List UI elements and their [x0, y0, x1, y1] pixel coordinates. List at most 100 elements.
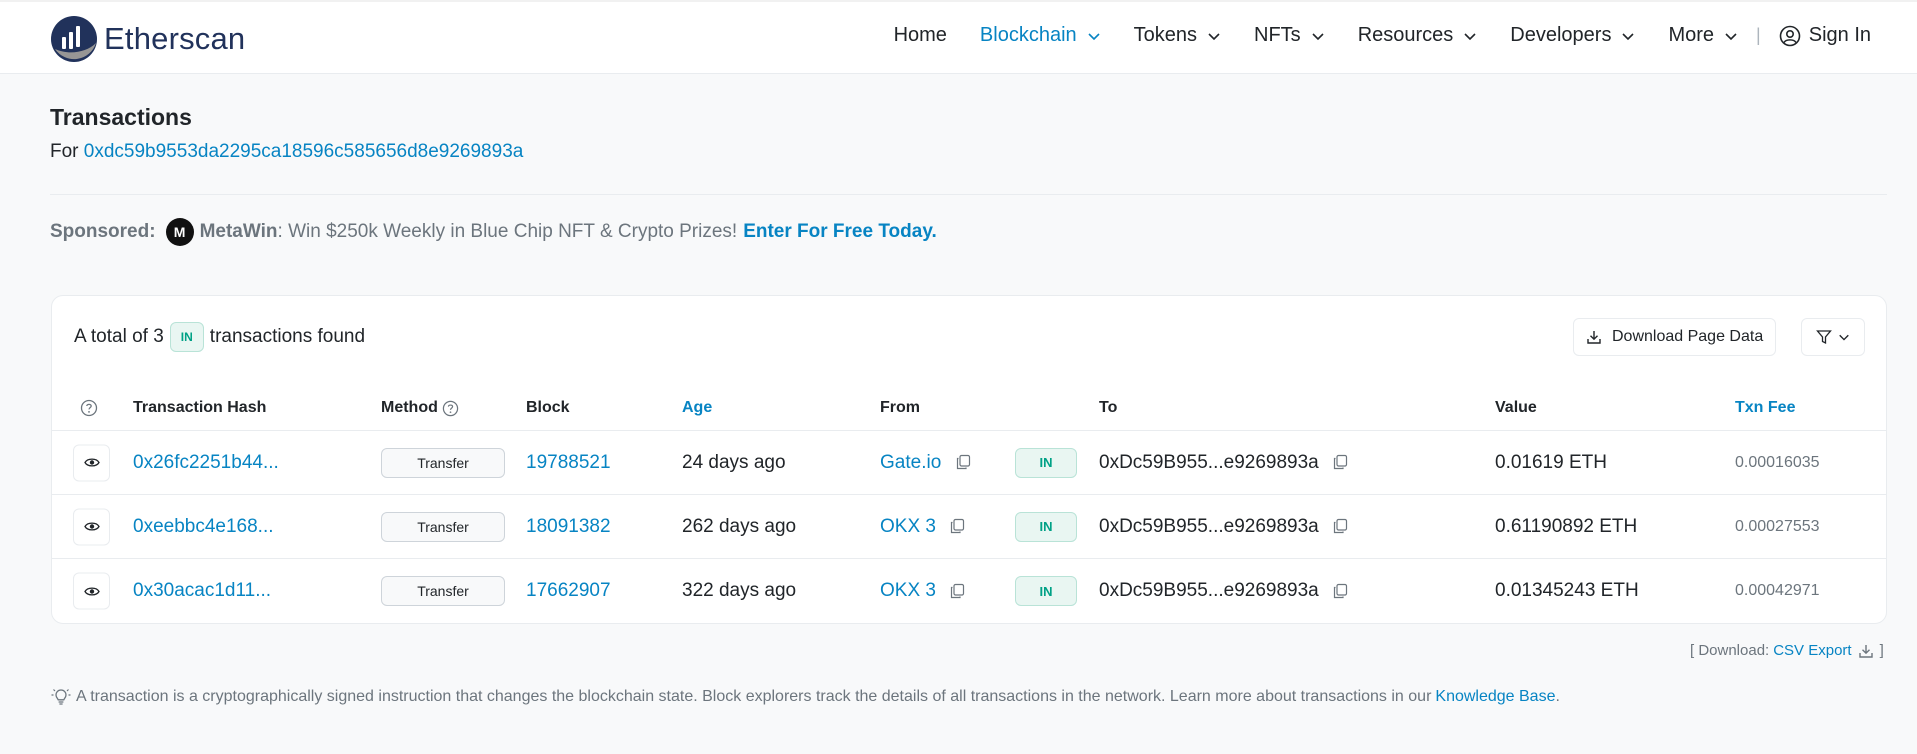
nav-resources[interactable]: Resources	[1358, 24, 1478, 47]
to-address: 0xDc59B955...e9269893a	[1099, 580, 1319, 601]
help-question-icon[interactable]	[80, 399, 98, 422]
to-cell: 0xDc59B955...e9269893a	[1099, 516, 1348, 538]
footnote-end: .	[1555, 688, 1560, 705]
column-header-value: Value	[1495, 399, 1537, 416]
copy-icon[interactable]	[1332, 583, 1348, 599]
nav-resources-label: Resources	[1357, 24, 1454, 46]
method-header-label: Method	[381, 399, 438, 416]
direction-badge: IN	[1015, 447, 1077, 478]
nav-developers-label: Developers	[1510, 24, 1612, 46]
table-row: 0x26fc2251b44... Transfer 19788521 24 da…	[52, 431, 1886, 495]
nav-tokens[interactable]: Tokens	[1134, 24, 1221, 47]
block-link[interactable]: 17662907	[526, 580, 611, 602]
column-header-txn-fee[interactable]: Txn Fee	[1735, 399, 1795, 417]
method-label: Transfer	[381, 511, 505, 542]
csv-suffix: ]	[1879, 642, 1884, 659]
summary-prefix: A total of 3	[74, 326, 164, 347]
sponsor-brand: MetaWin	[199, 221, 278, 242]
direction-label: IN	[1015, 576, 1077, 606]
transactions-card: A total of 3 IN transactions found Downl…	[51, 295, 1887, 624]
nav-nfts[interactable]: NFTs	[1254, 24, 1325, 47]
direction-badge: IN	[1015, 576, 1077, 606]
eye-icon	[83, 522, 100, 531]
column-header-from: From	[880, 399, 920, 416]
chevron-down-icon	[1725, 32, 1737, 40]
transactions-summary: A total of 3 IN transactions found	[74, 322, 365, 352]
copy-icon[interactable]	[955, 454, 971, 470]
page-title: Transactions	[50, 104, 192, 130]
transaction-hash-link[interactable]: 0xeebbc4e168...	[133, 516, 274, 538]
view-details-button[interactable]	[73, 444, 110, 481]
copy-icon[interactable]	[949, 518, 965, 534]
sponsor-text: : Win $250k Weekly in Blue Chip NFT & Cr…	[277, 221, 738, 242]
transaction-hash-link[interactable]: 0x30acac1d11...	[133, 580, 271, 602]
method-label: Transfer	[381, 447, 505, 478]
download-button-label: Download Page Data	[1612, 328, 1764, 345]
direction-label: IN	[1015, 447, 1077, 478]
copy-icon[interactable]	[1332, 518, 1348, 534]
csv-export-link[interactable]: CSV Export	[1773, 642, 1851, 659]
for-label: For	[50, 141, 79, 162]
method-badge: Transfer	[381, 447, 505, 478]
eye-icon	[83, 586, 100, 596]
filter-icon	[1816, 330, 1832, 345]
view-details-button[interactable]	[73, 572, 110, 610]
value-text: 0.01619 ETH	[1495, 451, 1607, 473]
address-link[interactable]: 0xdc59b9553da2295ca18596c585656d8e926989…	[84, 141, 524, 162]
sponsor-cta-link[interactable]: Enter For Free Today.	[743, 221, 937, 243]
chevron-down-icon	[1088, 32, 1100, 40]
nav-more-label: More	[1668, 24, 1715, 46]
filter-button[interactable]	[1801, 318, 1865, 356]
method-badge: Transfer	[381, 511, 505, 542]
from-cell: OKX 3	[880, 580, 965, 602]
csv-download: [ Download: CSV Export ]	[1690, 642, 1884, 659]
download-icon	[1587, 331, 1601, 344]
summary-suffix: transactions found	[209, 326, 366, 347]
table-row: 0x30acac1d11... Transfer 17662907 322 da…	[52, 559, 1886, 623]
nav-home[interactable]: Home	[894, 24, 947, 47]
nav-nfts-label: NFTs	[1254, 24, 1301, 46]
nav-blockchain[interactable]: Blockchain	[980, 24, 1101, 47]
eye-icon	[83, 458, 100, 467]
to-cell: 0xDc59B955...e9269893a	[1099, 580, 1348, 602]
etherscan-logo[interactable]: Etherscan	[50, 15, 245, 63]
nav-developers[interactable]: Developers	[1510, 24, 1635, 47]
lightbulb-icon	[51, 689, 71, 705]
info-footnote: A transaction is a cryptographically sig…	[50, 687, 1560, 707]
chevron-down-icon	[1622, 32, 1635, 40]
knowledge-base-link[interactable]: Knowledge Base	[1435, 688, 1555, 706]
sign-in-link[interactable]: Sign In	[1779, 24, 1871, 47]
column-header-block: Block	[526, 399, 570, 416]
to-address: 0xDc59B955...e9269893a	[1099, 451, 1319, 473]
direction-badge: IN	[1015, 511, 1077, 542]
age-text: 262 days ago	[682, 515, 797, 537]
block-link[interactable]: 19788521	[526, 452, 611, 474]
chevron-down-icon	[1464, 32, 1476, 40]
method-label: Transfer	[381, 576, 505, 606]
from-link[interactable]: OKX 3	[880, 580, 936, 601]
sign-in-label: Sign In	[1808, 24, 1871, 46]
info-question-icon[interactable]	[442, 400, 459, 417]
transaction-hash-link[interactable]: 0x26fc2251b44...	[133, 452, 279, 474]
nav-separator: |	[1756, 25, 1761, 45]
column-header-to: To	[1099, 399, 1118, 416]
copy-icon[interactable]	[949, 583, 965, 599]
from-link[interactable]: Gate.io	[880, 452, 941, 473]
copy-icon[interactable]	[1332, 454, 1348, 470]
download-page-data-button[interactable]: Download Page Data	[1573, 318, 1777, 356]
nav-more[interactable]: More	[1668, 24, 1738, 47]
age-text: 24 days ago	[682, 451, 786, 473]
from-cell: OKX 3	[880, 516, 965, 538]
to-address: 0xDc59B955...e9269893a	[1099, 515, 1319, 537]
nav-home-label: Home	[893, 24, 947, 46]
sponsored-label: Sponsored:	[50, 221, 156, 242]
value-text: 0.01345243 ETH	[1495, 580, 1639, 601]
from-link[interactable]: OKX 3	[880, 516, 936, 537]
view-details-button[interactable]	[73, 508, 110, 545]
table-row: 0xeebbc4e168... Transfer 18091382 262 da…	[52, 495, 1886, 559]
block-link[interactable]: 18091382	[526, 516, 611, 538]
sponsored-banner: Sponsored: M MetaWin : Win $250k Weekly …	[50, 218, 937, 246]
column-header-age[interactable]: Age	[682, 399, 712, 417]
from-cell: Gate.io	[880, 452, 971, 474]
download-icon[interactable]	[1858, 643, 1874, 659]
